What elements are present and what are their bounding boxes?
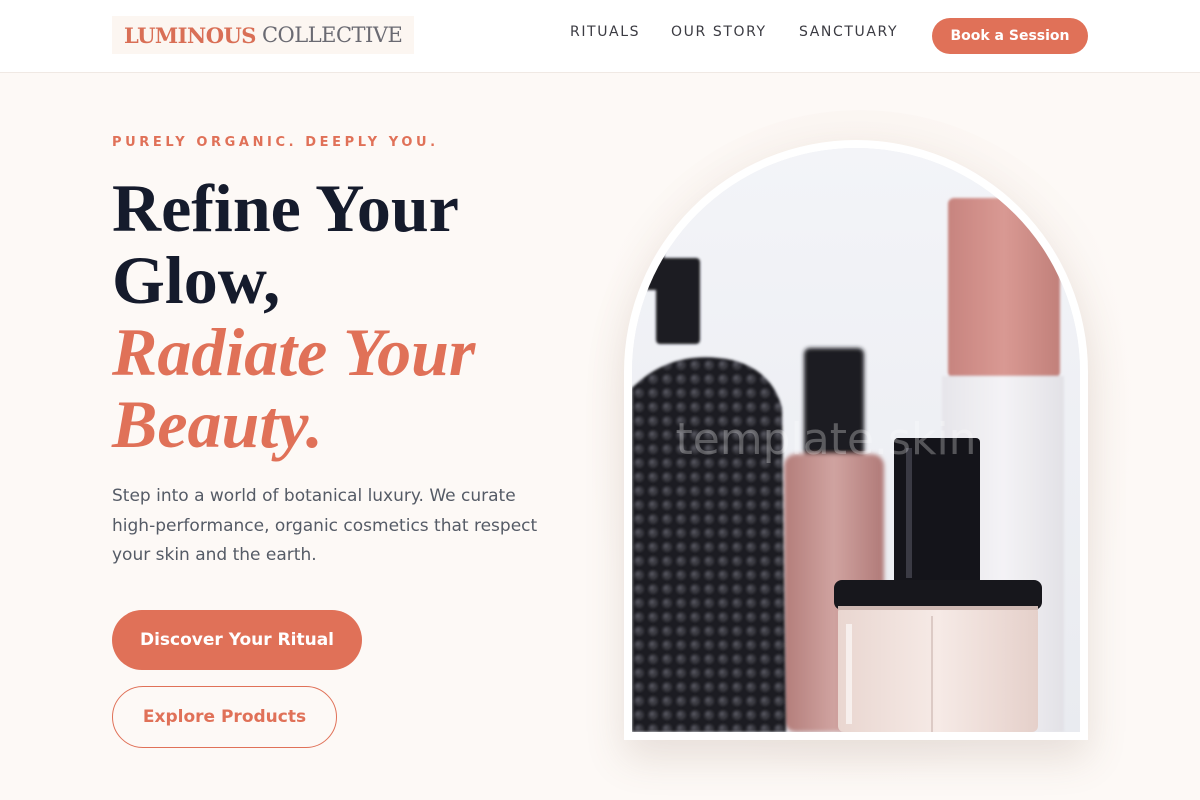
hero-image-frame: template.skin: [624, 140, 1088, 740]
explore-products-button[interactable]: Explore Products: [112, 686, 337, 748]
cosmetic-bottles-illustration: template.skin: [632, 148, 1080, 732]
book-session-button[interactable]: Book a Session: [932, 18, 1088, 54]
image-watermark: template.skin: [675, 414, 976, 465]
logo-secondary-text: COLLECTIVE: [261, 23, 403, 47]
nav-link-sanctuary[interactable]: SANCTUARY: [799, 24, 898, 40]
discover-ritual-button[interactable]: Discover Your Ritual: [112, 610, 362, 670]
headline-accent-line-1: Radiate Your: [112, 314, 476, 390]
product-photo: template.skin: [632, 148, 1080, 732]
nav-link-rituals[interactable]: RITUALS: [570, 24, 640, 40]
headline-line-2: Glow,: [112, 242, 281, 318]
site-header: LUMINOUS COLLECTIVE RITUALS OUR STORY SA…: [0, 0, 1200, 73]
nav-link-our-story[interactable]: OUR STORY: [671, 24, 767, 40]
headline-accent-line-2: Beauty.: [112, 386, 323, 462]
hero-headline: Refine Your Glow, Radiate Your Beauty.: [112, 172, 572, 460]
hero-description: Step into a world of botanical luxury. W…: [112, 486, 538, 565]
hero-eyebrow: PURELY ORGANIC. DEEPLY YOU.: [112, 135, 439, 150]
logo-primary-text: LUMINOUS: [124, 22, 256, 48]
headline-line-1: Refine Your: [112, 170, 459, 246]
brand-logo[interactable]: LUMINOUS COLLECTIVE: [112, 16, 415, 54]
